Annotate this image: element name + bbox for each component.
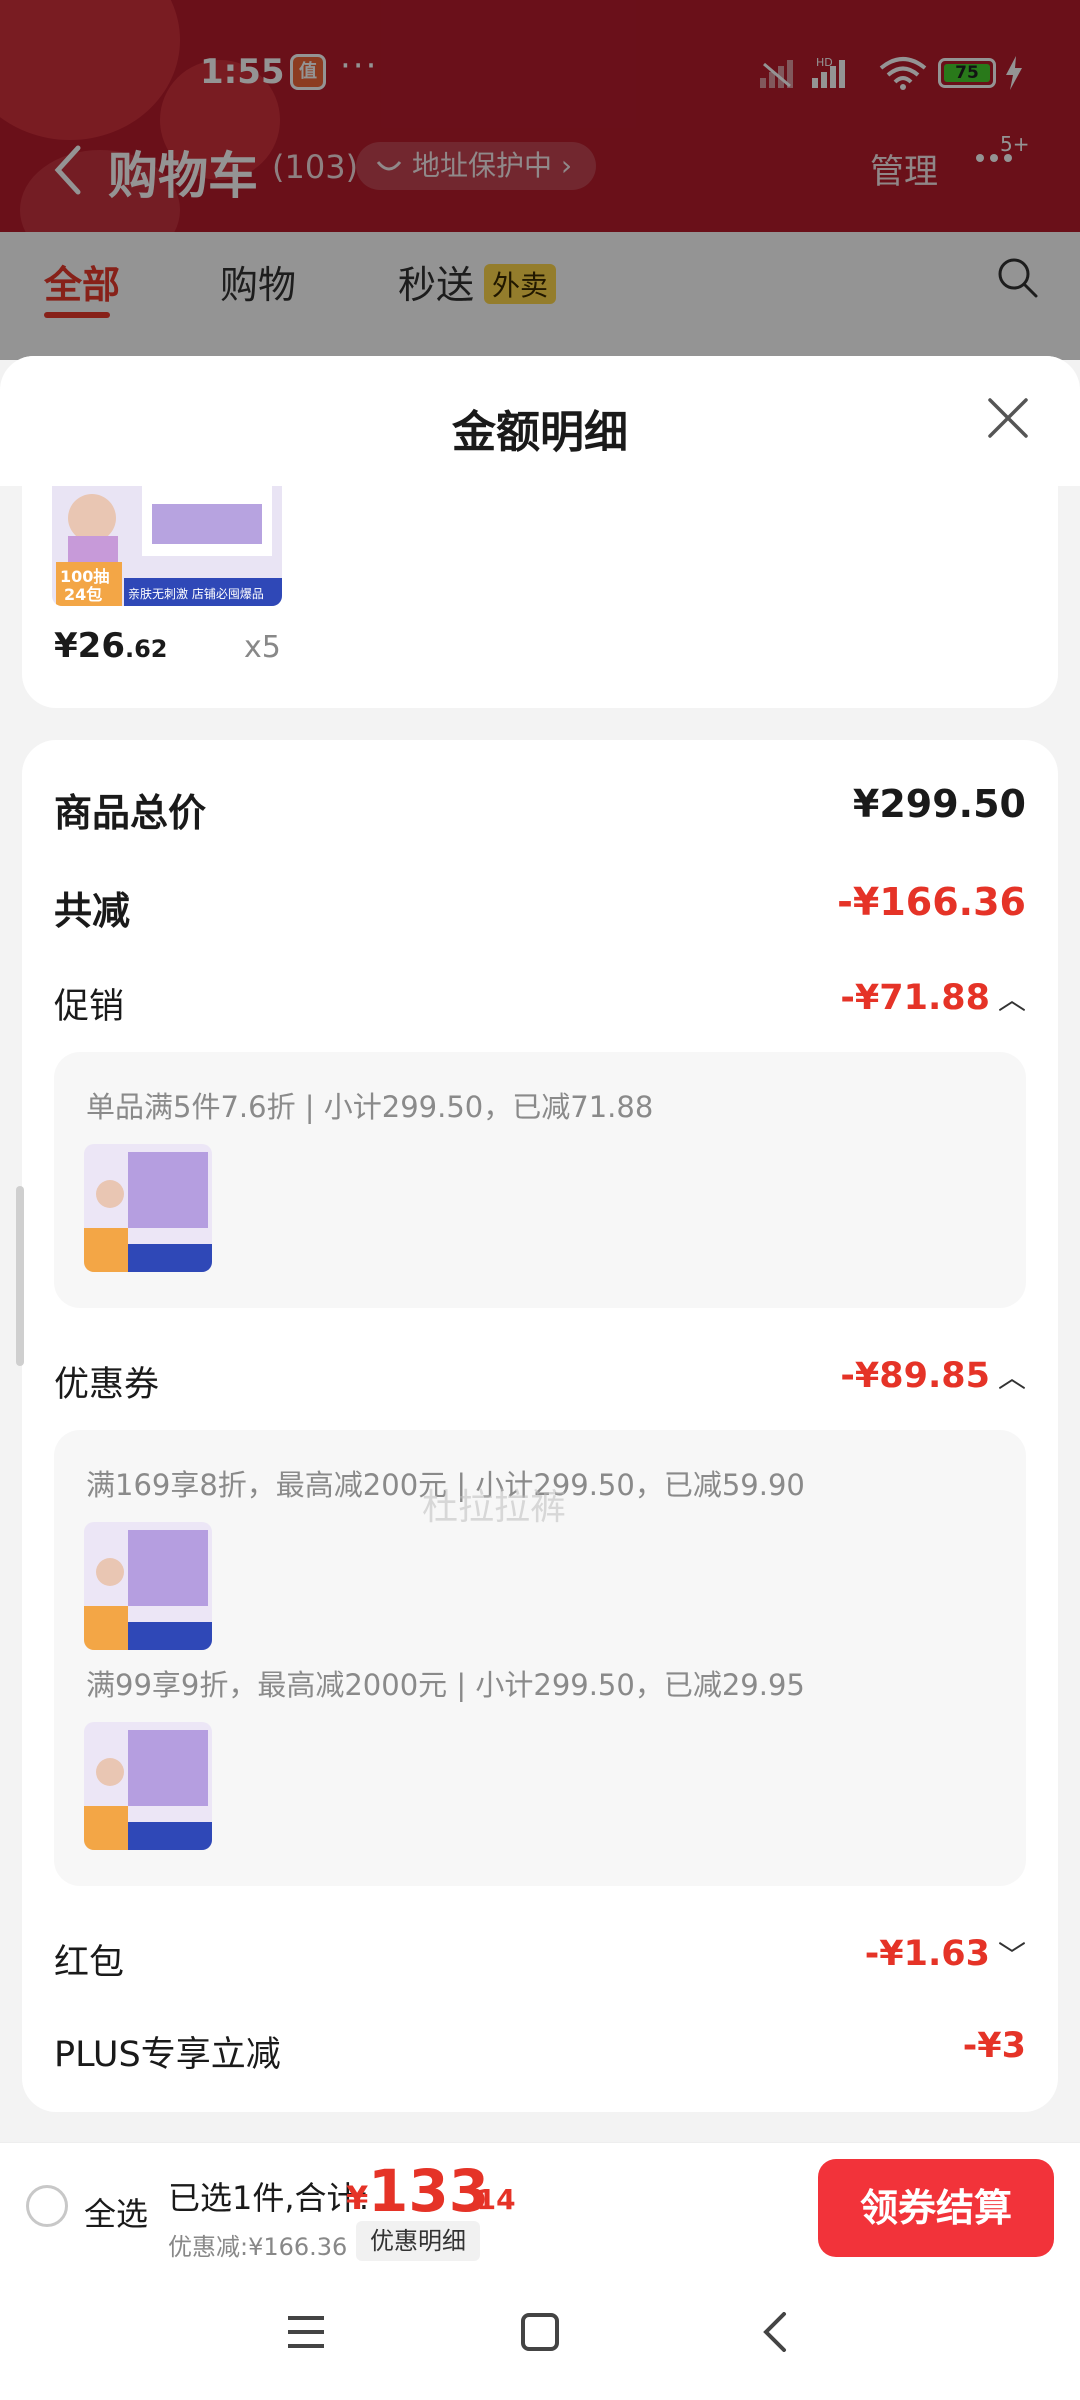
tissue-thumbnail <box>84 1722 212 1850</box>
watermark: 杜拉拉裤 <box>422 1487 567 1528</box>
amount-breakdown-card: 商品总价 ¥299.50 共减 -¥166.36 促销 -¥71.88 ︿ 单品满… <box>22 740 1058 2112</box>
red-packet-value: -¥1.63 <box>864 1934 990 1974</box>
promotion-label: 促销 <box>54 987 125 1027</box>
image-text-top: 100抽 <box>60 567 109 586</box>
plus-discount-label: PLUS专享立减 <box>54 2035 281 2075</box>
total-price-label: 商品总价 <box>54 791 207 835</box>
chevron-up-icon: ︿ <box>997 983 1026 1016</box>
product-price-int: ¥26 <box>54 626 125 666</box>
home-icon[interactable] <box>520 2312 560 2352</box>
product-image[interactable]: 100抽 24包 亲肤无刺激 店铺必囤爆品 <box>52 486 282 606</box>
total-amount-dec: .14 <box>466 2183 516 2216</box>
tissue-thumbnail <box>84 1522 212 1650</box>
promotion-toggle[interactable]: -¥71.88 ︿ <box>840 978 1026 1018</box>
scroll-indicator[interactable] <box>16 1186 24 1366</box>
promotion-value: -¥71.88 <box>840 978 990 1018</box>
select-all-radio[interactable] <box>26 2185 68 2227</box>
back-icon[interactable] <box>756 2312 796 2352</box>
checkout-button[interactable]: 领券结算 <box>818 2159 1054 2257</box>
product-quantity: x5 <box>244 630 281 665</box>
plus-discount-value: -¥3 <box>962 2026 1026 2066</box>
total-price-value: ¥299.50 <box>852 782 1026 826</box>
product-price: ¥26.62 <box>54 626 168 666</box>
coupon-detail-text-2: 满99享9折，最高减2000元 | 小计299.50，已减29.95 <box>86 1668 805 1702</box>
coupon-product-thumb-2[interactable] <box>84 1722 212 1850</box>
promotion-detail-text: 单品满5件7.6折 | 小计299.50，已减71.88 <box>86 1090 654 1124</box>
red-packet-label: 红包 <box>54 1943 125 1983</box>
product-price-dec: .62 <box>124 635 168 663</box>
sheet-header: 金额明细 <box>0 356 1080 486</box>
product-card: 100抽 24包 亲肤无刺激 店铺必囤爆品 ¥26.62 x5 <box>22 486 1058 708</box>
total-currency: ¥ <box>346 2179 369 2217</box>
chevron-up-icon: ︿ <box>997 1361 1026 1394</box>
system-navigation-bar <box>0 2272 1080 2400</box>
tissue-thumbnail <box>84 1144 212 1272</box>
sheet-title: 金额明细 <box>452 407 628 458</box>
checkout-bar: 全选 已选1件,合计: ¥ 133 .14 优惠减:¥166.36 优惠明细 领… <box>0 2142 1080 2272</box>
modal-overlay[interactable] <box>0 0 1080 360</box>
image-banner: 亲肤无刺激 店铺必囤爆品 <box>128 586 264 601</box>
chevron-down-icon: ﹀ <box>997 1939 1026 1972</box>
price-detail-sheet: 金额明细 100抽 24包 亲肤无刺激 店铺必囤爆品 ¥26.62 x5 商品总… <box>0 356 1080 2142</box>
image-text-bottom: 24包 <box>64 585 102 604</box>
coupon-label: 优惠券 <box>54 1365 160 1405</box>
promotion-detail-box: 单品满5件7.6折 | 小计299.50，已减71.88 <box>54 1052 1026 1308</box>
total-reduction-label: 共减 <box>54 889 131 933</box>
coupon-value: -¥89.85 <box>840 1356 990 1396</box>
selected-summary: 已选1件,合计: <box>168 2179 370 2217</box>
select-all-label[interactable]: 全选 <box>84 2189 148 2235</box>
promotion-product-thumb[interactable] <box>84 1144 212 1272</box>
coupon-product-thumb-1[interactable] <box>84 1522 212 1650</box>
coupon-toggle[interactable]: -¥89.85 ︿ <box>840 1356 1026 1396</box>
menu-icon[interactable] <box>286 2312 326 2352</box>
red-packet-toggle[interactable]: -¥1.63 ﹀ <box>865 1934 1026 1974</box>
discount-detail-button[interactable]: 优惠明细 <box>356 2221 480 2261</box>
discount-summary: 优惠减:¥166.36 <box>168 2233 348 2261</box>
total-reduction-value: -¥166.36 <box>837 880 1026 924</box>
tissue-product-image: 100抽 24包 亲肤无刺激 店铺必囤爆品 <box>52 486 282 606</box>
close-icon[interactable] <box>986 396 1030 440</box>
